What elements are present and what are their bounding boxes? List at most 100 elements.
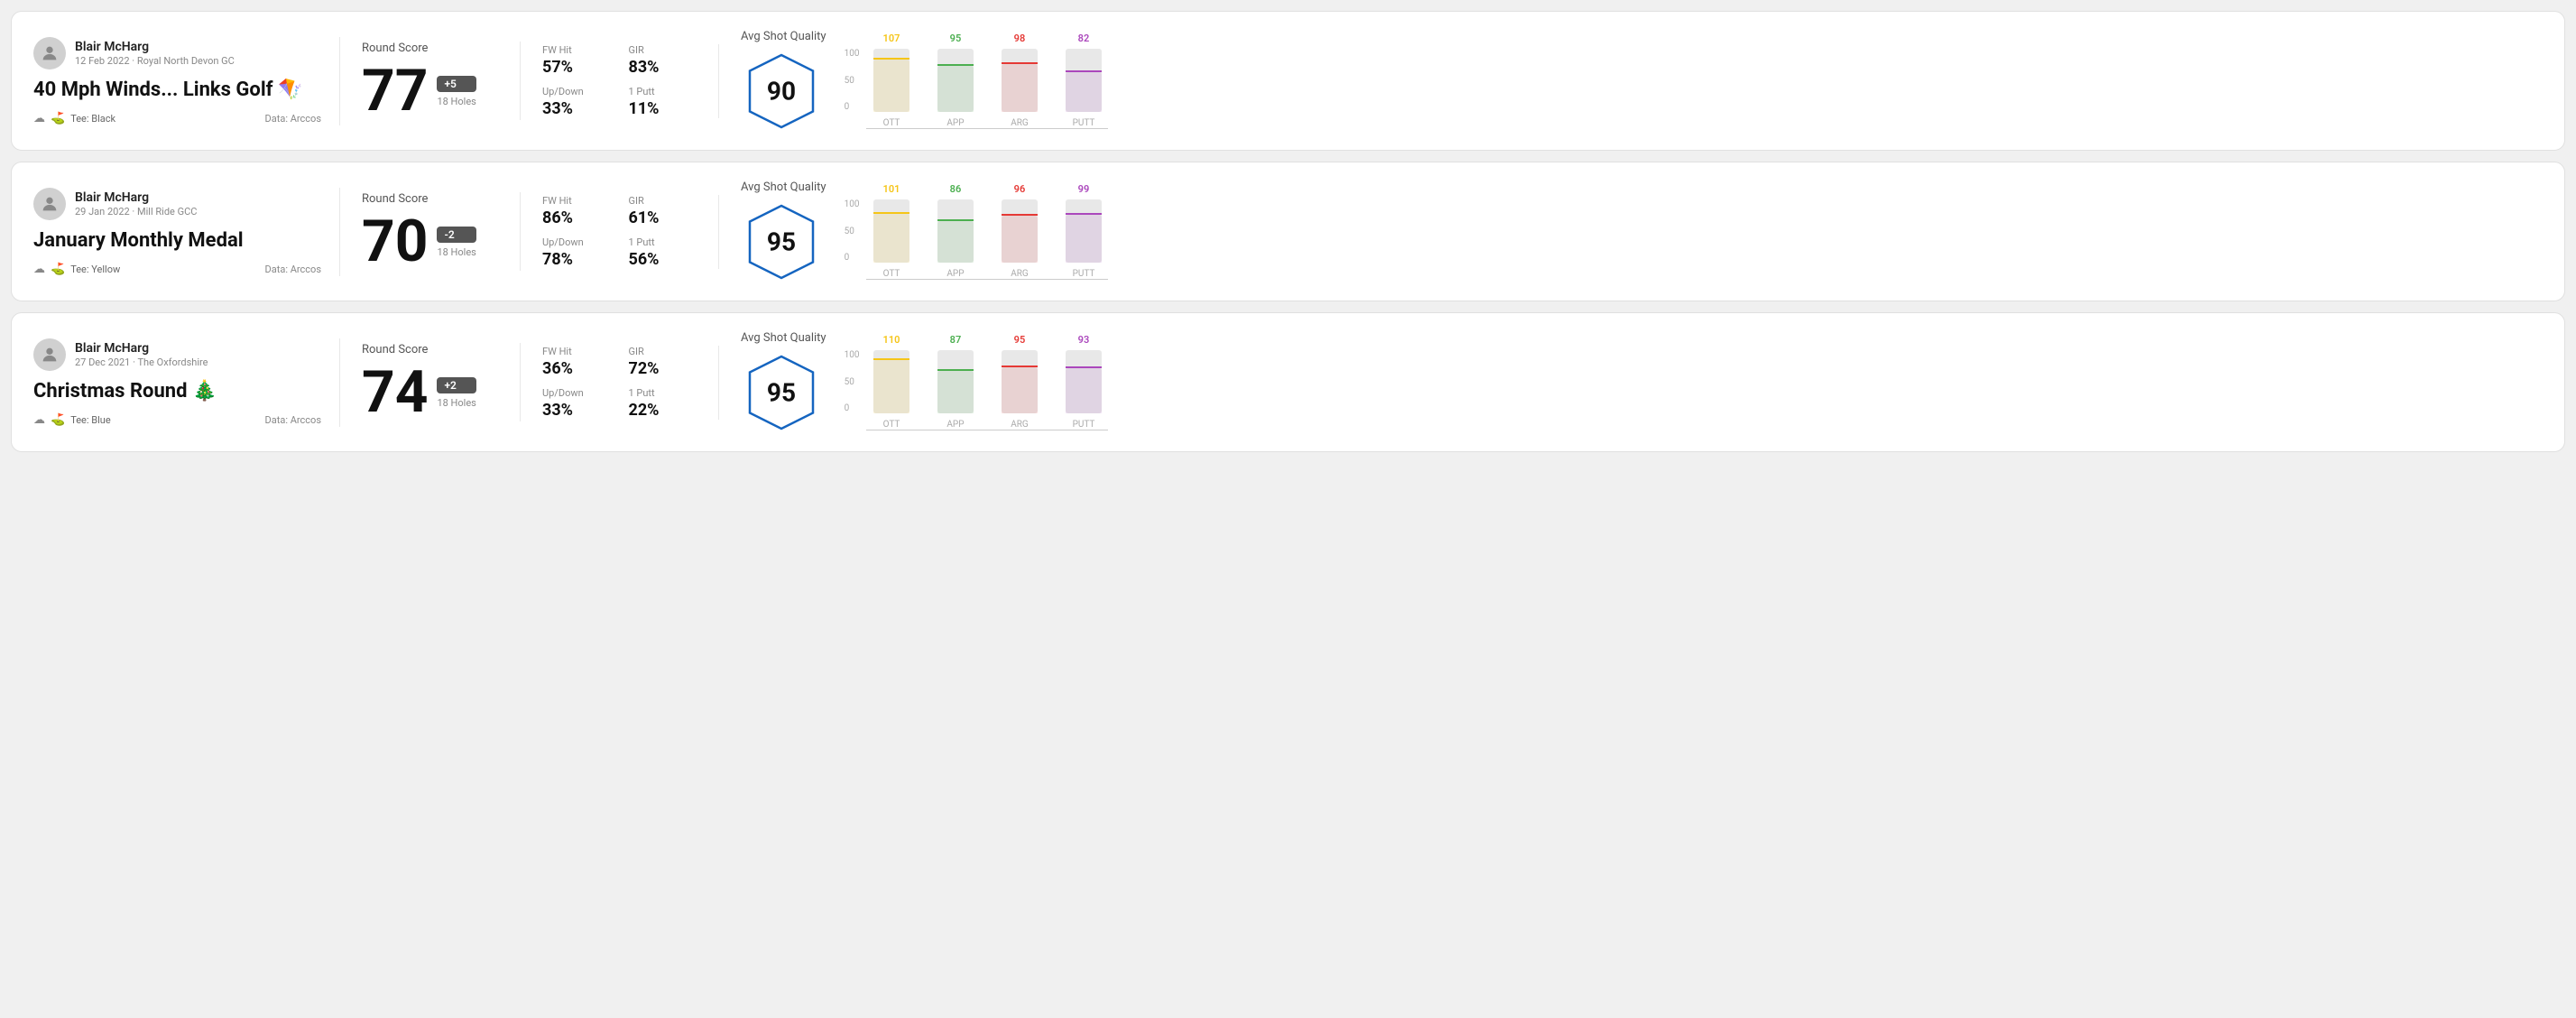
score-badge: +5: [437, 76, 475, 92]
up-down-stat: Up/Down 78%: [542, 236, 611, 269]
one-putt-stat: 1 Putt 11%: [629, 86, 697, 118]
fw-hit-label: FW Hit: [542, 346, 611, 357]
one-putt-stat: 1 Putt 56%: [629, 236, 697, 269]
gir-stat: GIR 83%: [629, 44, 697, 77]
bar-group-arg: 96 ARG: [994, 183, 1044, 279]
user-info: Blair McHarg 12 Feb 2022 · Royal North D…: [75, 40, 235, 67]
y-axis-100: 100: [845, 350, 860, 360]
tee-info: ☁ ⛳ Tee: Yellow: [33, 263, 120, 276]
user-row: Blair McHarg 27 Dec 2021 · The Oxfordshi…: [33, 338, 321, 371]
tee-label: Tee: Blue: [70, 414, 111, 426]
gir-stat: GIR 61%: [629, 195, 697, 227]
card-stats-round-2: FW Hit 86% GIR 61% Up/Down 78% 1 Putt 56…: [521, 195, 719, 269]
data-source: Data: Arccos: [265, 264, 321, 275]
avg-shot-quality-label: Avg Shot Quality: [741, 30, 826, 43]
up-down-label: Up/Down: [542, 387, 611, 399]
person-icon: [40, 43, 60, 63]
bar-group-arg: 95 ARG: [994, 334, 1044, 430]
bar-group-app: 86 APP: [930, 183, 980, 279]
y-axis-0: 0: [845, 253, 860, 263]
tee-label: Tee: Black: [70, 113, 115, 125]
one-putt-value: 56%: [629, 250, 697, 269]
card-footer: ☁ ⛳ Tee: Blue Data: Arccos: [33, 413, 321, 427]
gir-value: 61%: [629, 208, 697, 227]
date-course: 12 Feb 2022 · Royal North Devon GC: [75, 55, 235, 67]
hexagon-score: 95: [767, 227, 796, 257]
avatar: [33, 338, 66, 371]
fw-hit-value: 36%: [542, 359, 611, 378]
hexagon-container: 90: [741, 51, 822, 132]
avatar: [33, 37, 66, 69]
hexagon-score: 95: [767, 378, 796, 408]
bar-group-putt: 93 PUTT: [1058, 334, 1108, 430]
y-axis-50: 50: [845, 377, 860, 387]
fw-hit-stat: FW Hit 57%: [542, 44, 611, 77]
score-details: +2 18 Holes: [437, 377, 475, 409]
hexagon: 95: [741, 352, 822, 433]
card-quality-round-3: Avg Shot Quality 95 100 50 0: [719, 331, 2543, 433]
score-row: 70 -2 18 Holes: [362, 213, 498, 271]
round-score-label: Round Score: [362, 192, 498, 206]
card-score-round-2: Round Score 70 -2 18 Holes: [340, 192, 521, 271]
person-icon: [40, 345, 60, 365]
tee-icon: ⛳: [51, 112, 65, 125]
up-down-value: 33%: [542, 401, 611, 420]
y-axis-50: 50: [845, 76, 860, 86]
bar-group-ott: 101 OTT: [866, 183, 916, 279]
card-stats-round-1: FW Hit 57% GIR 83% Up/Down 33% 1 Putt 11…: [521, 44, 719, 118]
quality-left: Avg Shot Quality 95: [741, 180, 826, 282]
stats-grid: FW Hit 36% GIR 72% Up/Down 33% 1 Putt 22…: [542, 346, 697, 420]
card-quality-round-2: Avg Shot Quality 95 100 50 0: [719, 180, 2543, 282]
bar-group-arg: 98 ARG: [994, 32, 1044, 128]
card-footer: ☁ ⛳ Tee: Yellow Data: Arccos: [33, 263, 321, 276]
weather-icon: ☁: [33, 413, 45, 427]
date-course: 27 Dec 2021 · The Oxfordshire: [75, 356, 208, 368]
avg-shot-quality-label: Avg Shot Quality: [741, 180, 826, 194]
one-putt-stat: 1 Putt 22%: [629, 387, 697, 420]
data-source: Data: Arccos: [265, 113, 321, 125]
tee-label: Tee: Yellow: [70, 264, 120, 275]
round-card-round-1: Blair McHarg 12 Feb 2022 · Royal North D…: [11, 11, 2565, 151]
tee-icon: ⛳: [51, 413, 65, 427]
bar-group-app: 95 APP: [930, 32, 980, 128]
up-down-label: Up/Down: [542, 236, 611, 248]
avatar: [33, 188, 66, 220]
fw-hit-value: 86%: [542, 208, 611, 227]
weather-icon: ☁: [33, 263, 45, 276]
score-row: 74 +2 18 Holes: [362, 364, 498, 421]
hexagon: 95: [741, 201, 822, 282]
hexagon-container: 95: [741, 201, 822, 282]
gir-value: 83%: [629, 58, 697, 77]
y-axis-100: 100: [845, 49, 860, 59]
fw-hit-value: 57%: [542, 58, 611, 77]
fw-hit-stat: FW Hit 86%: [542, 195, 611, 227]
card-left-round-3: Blair McHarg 27 Dec 2021 · The Oxfordshi…: [33, 338, 340, 427]
score-badge: +2: [437, 377, 475, 393]
bar-chart-round-2: 100 50 0 101 OTT 86: [845, 183, 2543, 280]
round-card-round-2: Blair McHarg 29 Jan 2022 · Mill Ride GCC…: [11, 162, 2565, 301]
stats-grid: FW Hit 57% GIR 83% Up/Down 33% 1 Putt 11…: [542, 44, 697, 118]
score-details: +5 18 Holes: [437, 76, 475, 107]
up-down-value: 78%: [542, 250, 611, 269]
bar-chart-round-3: 100 50 0 110 OTT 87: [845, 334, 2543, 430]
gir-value: 72%: [629, 359, 697, 378]
user-name: Blair McHarg: [75, 190, 197, 205]
fw-hit-stat: FW Hit 36%: [542, 346, 611, 378]
date-course: 29 Jan 2022 · Mill Ride GCC: [75, 206, 197, 217]
round-card-round-3: Blair McHarg 27 Dec 2021 · The Oxfordshi…: [11, 312, 2565, 452]
bar-group-putt: 99 PUTT: [1058, 183, 1108, 279]
card-stats-round-3: FW Hit 36% GIR 72% Up/Down 33% 1 Putt 22…: [521, 346, 719, 420]
bar-group-ott: 110 OTT: [866, 334, 916, 430]
one-putt-label: 1 Putt: [629, 236, 697, 248]
card-score-round-1: Round Score 77 +5 18 Holes: [340, 42, 521, 120]
one-putt-label: 1 Putt: [629, 86, 697, 97]
score-row: 77 +5 18 Holes: [362, 62, 498, 120]
round-title: 40 Mph Winds... Links Golf 🪁: [33, 79, 321, 101]
card-footer: ☁ ⛳ Tee: Black Data: Arccos: [33, 112, 321, 125]
bar-chart-round-1: 100 50 0 107 OTT 95: [845, 32, 2543, 129]
holes-label: 18 Holes: [437, 397, 475, 409]
bar-group-app: 87 APP: [930, 334, 980, 430]
y-axis-0: 0: [845, 102, 860, 112]
fw-hit-label: FW Hit: [542, 195, 611, 207]
tee-icon: ⛳: [51, 263, 65, 276]
